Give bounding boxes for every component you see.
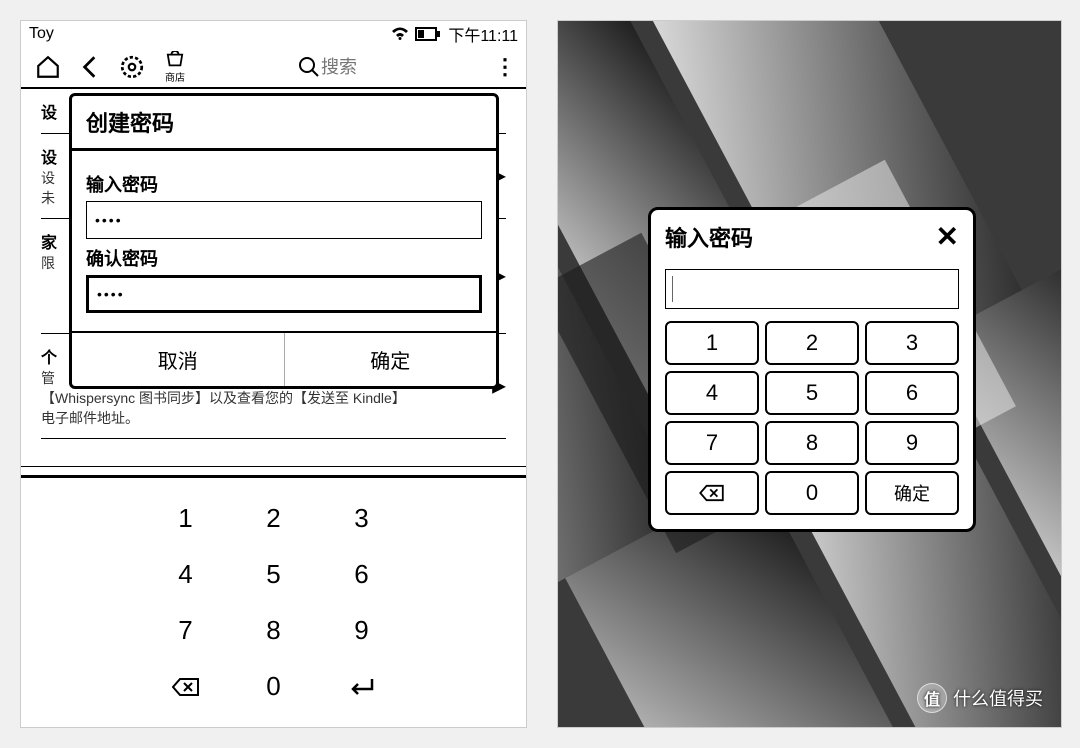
watermark-badge: 值 bbox=[917, 683, 947, 713]
device-name: Toy bbox=[29, 25, 54, 43]
left-device-screen: Toy 下午11:11 商店 ⋮ 设 设 设未 ▶ 家 限 ▶ bbox=[20, 20, 527, 728]
key-9[interactable]: 9 bbox=[865, 421, 959, 465]
password-input[interactable] bbox=[665, 269, 959, 309]
enter-password-dialog: 输入密码 ✕ 1 2 3 4 5 6 7 8 9 0 确定 bbox=[648, 207, 976, 532]
key-backspace[interactable] bbox=[142, 659, 230, 715]
menu-dots-icon[interactable]: ⋮ bbox=[490, 54, 520, 80]
key-ok[interactable]: 确定 bbox=[865, 471, 959, 515]
key-3[interactable]: 3 bbox=[318, 491, 406, 547]
key-1[interactable]: 1 bbox=[142, 491, 230, 547]
key-7[interactable]: 7 bbox=[142, 603, 230, 659]
key-9[interactable]: 9 bbox=[318, 603, 406, 659]
password-label: 输入密码 bbox=[86, 171, 482, 197]
key-5[interactable]: 5 bbox=[230, 547, 318, 603]
key-1[interactable]: 1 bbox=[665, 321, 759, 365]
search-input[interactable] bbox=[321, 57, 421, 78]
key-3[interactable]: 3 bbox=[865, 321, 959, 365]
right-device-screen: 输入密码 ✕ 1 2 3 4 5 6 7 8 9 0 确定 值 什么值得买 bbox=[557, 20, 1062, 728]
gear-icon[interactable] bbox=[111, 49, 153, 85]
home-icon[interactable] bbox=[27, 49, 69, 85]
store-button[interactable]: 商店 bbox=[153, 51, 197, 84]
key-2[interactable]: 2 bbox=[230, 491, 318, 547]
key-6[interactable]: 6 bbox=[865, 371, 959, 415]
key-8[interactable]: 8 bbox=[230, 603, 318, 659]
clock: 下午11:11 bbox=[448, 22, 518, 46]
watermark-text: 什么值得买 bbox=[953, 685, 1043, 711]
back-icon[interactable] bbox=[69, 49, 111, 85]
battery-icon bbox=[415, 27, 441, 41]
wifi-icon bbox=[391, 27, 409, 41]
key-6[interactable]: 6 bbox=[318, 547, 406, 603]
key-enter[interactable] bbox=[318, 659, 406, 715]
key-8[interactable]: 8 bbox=[765, 421, 859, 465]
key-4[interactable]: 4 bbox=[665, 371, 759, 415]
dialog-title: 输入密码 bbox=[665, 221, 936, 253]
cancel-button[interactable]: 取消 bbox=[72, 333, 285, 386]
key-7[interactable]: 7 bbox=[665, 421, 759, 465]
status-bar: Toy 下午11:11 bbox=[21, 21, 526, 47]
dialog-title: 创建密码 bbox=[72, 96, 496, 151]
toolbar: 商店 ⋮ bbox=[21, 47, 526, 89]
ok-button[interactable]: 确定 bbox=[285, 333, 497, 386]
search-area[interactable] bbox=[297, 55, 490, 79]
confirm-password-input[interactable] bbox=[86, 275, 482, 313]
password-input[interactable] bbox=[86, 201, 482, 239]
watermark: 值 什么值得买 bbox=[917, 683, 1043, 713]
key-4[interactable]: 4 bbox=[142, 547, 230, 603]
close-icon[interactable]: ✕ bbox=[936, 220, 959, 253]
numeric-keypad: 1 2 3 4 5 6 7 8 9 0 确定 bbox=[665, 321, 959, 515]
key-0[interactable]: 0 bbox=[230, 659, 318, 715]
confirm-password-label: 确认密码 bbox=[86, 245, 482, 271]
key-2[interactable]: 2 bbox=[765, 321, 859, 365]
key-backspace[interactable] bbox=[665, 471, 759, 515]
key-5[interactable]: 5 bbox=[765, 371, 859, 415]
create-password-dialog: 创建密码 输入密码 确认密码 取消 确定 bbox=[69, 93, 499, 389]
numeric-keypad: 1 2 3 4 5 6 7 8 9 0 bbox=[21, 475, 526, 727]
key-0[interactable]: 0 bbox=[765, 471, 859, 515]
search-icon bbox=[297, 55, 321, 79]
store-label: 商店 bbox=[165, 69, 185, 84]
